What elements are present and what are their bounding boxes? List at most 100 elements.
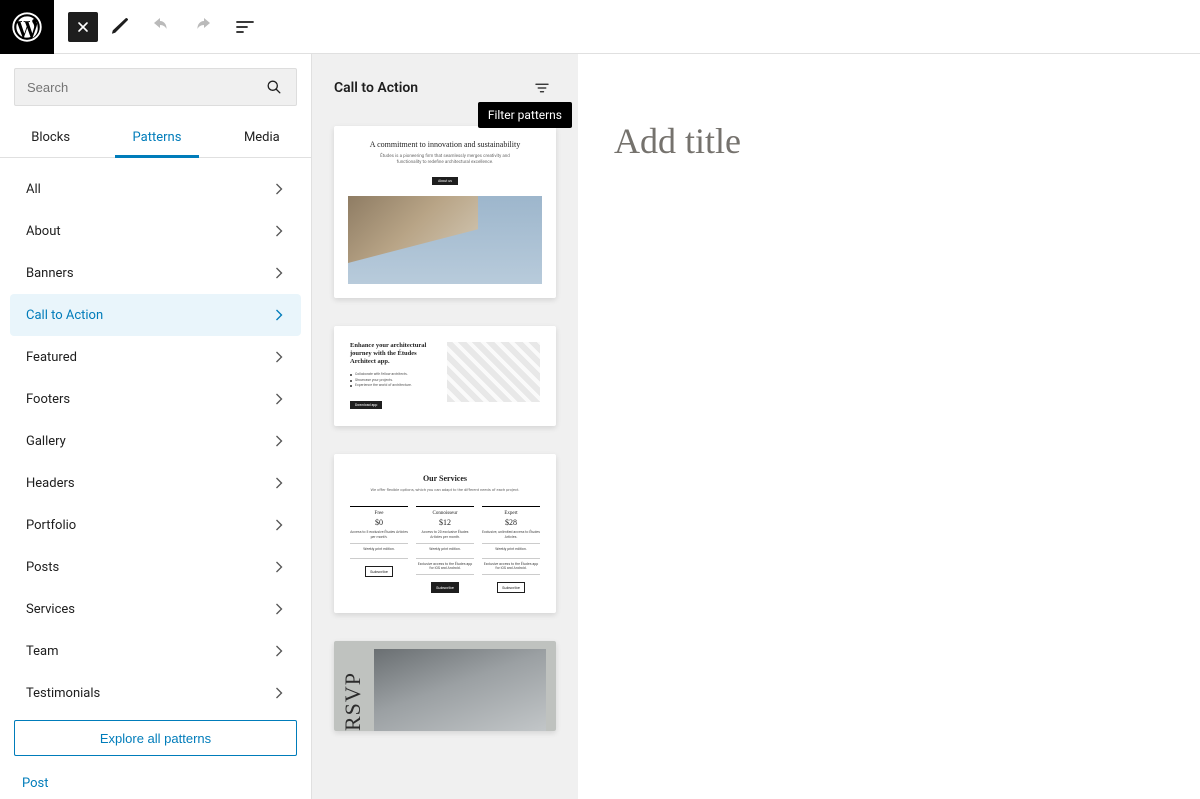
pattern2-bullets: Collaborate with fellow architects. Show… [350,372,437,389]
tier-desc: Exclusive access to the Études app for i… [416,562,474,572]
category-headers[interactable]: Headers [0,462,311,504]
pattern-thumbnail-4[interactable]: RSVP [334,641,556,731]
post-title-input[interactable]: Add title [614,120,1164,162]
pattern1-desc: Études is a pioneering firm that seamles… [375,154,515,167]
chevron-right-icon [269,221,289,241]
pattern1-title: A commitment to innovation and sustainab… [362,140,528,150]
close-inserter-button[interactable] [68,12,98,42]
category-portfolio[interactable]: Portfolio [0,504,311,546]
tab-patterns[interactable]: Patterns [115,120,200,157]
top-toolbar [0,0,1200,54]
pattern-thumbnail-1[interactable]: A commitment to innovation and sustainab… [334,126,556,298]
chevron-right-icon [269,263,289,283]
inserter-panel: Blocks Patterns Media All About Banners … [0,54,312,799]
chevron-right-icon [269,473,289,493]
category-label: Portfolio [26,518,76,533]
category-posts[interactable]: Posts [0,546,311,588]
tier-price: $0 [350,518,408,527]
outline-icon [233,15,257,39]
category-label: Testimonials [26,686,100,701]
category-label: Call to Action [26,308,103,323]
category-about[interactable]: About [0,210,311,252]
category-label: Featured [26,350,77,365]
pattern4-body: RSVP [334,641,556,731]
category-all[interactable]: All [0,168,311,210]
pencil-icon [107,15,131,39]
document-overview-button[interactable] [224,6,266,48]
pattern3-title: Our Services [350,474,540,483]
edit-tool-button[interactable] [98,6,140,48]
category-label: Team [26,644,59,659]
category-featured[interactable]: Featured [0,336,311,378]
explore-container: Explore all patterns [0,706,311,770]
pattern4-text: RSVP [340,649,366,731]
category-footers[interactable]: Footers [0,378,311,420]
tier-name: Free [350,511,408,516]
pattern2-text: Enhance your architectural journey with … [350,342,437,410]
category-gallery[interactable]: Gallery [0,420,311,462]
category-label: About [26,224,61,239]
tier-cta: Subscribe [431,582,459,593]
tier-name: Connoisseur [416,511,474,516]
tier-desc: Exclusive access to the Études app for i… [482,562,540,572]
tier-desc: Weekly print edition. [482,547,540,555]
tab-blocks[interactable]: Blocks [13,120,88,157]
search-icon [264,77,284,97]
filter-patterns-button[interactable] [528,74,556,102]
category-banners[interactable]: Banners [0,252,311,294]
category-testimonials[interactable]: Testimonials [0,672,311,706]
category-team[interactable]: Team [0,630,311,672]
pattern-preview-column: Call to Action Filter patterns A commitm… [312,54,578,799]
tier-desc: Exclusive, unlimited access to Études Ar… [482,530,540,540]
chevron-right-icon [269,515,289,535]
chevron-right-icon [269,599,289,619]
undo-icon [149,15,173,39]
category-label: Posts [26,560,59,575]
wordpress-icon [12,12,42,42]
search-container [0,54,311,120]
tier-desc: Weekly print edition. [350,547,408,555]
chevron-right-icon [269,389,289,409]
close-icon [75,19,91,35]
category-services[interactable]: Services [0,588,311,630]
explore-all-patterns-button[interactable]: Explore all patterns [14,720,297,756]
pricing-tier: Expert $28 Exclusive, unlimited access t… [482,506,540,594]
pattern1-image [348,196,542,284]
tab-media[interactable]: Media [226,120,298,157]
pattern2-body: Enhance your architectural journey with … [334,326,556,426]
pattern-thumbnail-3[interactable]: Our Services We offer flexible options, … [334,454,556,614]
category-label: Footers [26,392,70,407]
filter-tooltip: Filter patterns [478,102,572,128]
pattern3-sub: We offer flexible options, which you can… [350,487,540,492]
editor-canvas[interactable]: Add title [578,54,1200,799]
category-label: Banners [26,266,74,281]
redo-icon [191,15,215,39]
tier-cta: Subscribe [497,582,525,593]
chevron-right-icon [269,557,289,577]
filter-icon [533,79,551,97]
pattern-category-list: All About Banners Call to Action Feature… [0,158,311,706]
redo-button[interactable] [182,6,224,48]
preview-heading: Call to Action [334,80,418,96]
pattern-thumbnail-2[interactable]: Enhance your architectural journey with … [334,326,556,426]
pattern1-cta: About us [432,177,458,185]
tier-name: Expert [482,511,540,516]
category-label: Gallery [26,434,66,449]
wordpress-logo[interactable] [0,0,54,54]
pattern3-columns: Free $0 Access to 5 exclusive Études Art… [350,506,540,594]
search-box[interactable] [14,68,297,106]
category-call-to-action[interactable]: Call to Action [10,294,301,336]
chevron-right-icon [269,683,289,703]
undo-button[interactable] [140,6,182,48]
pattern2-image [447,342,540,402]
category-label: Services [26,602,75,617]
search-input[interactable] [27,80,264,95]
category-label: All [26,182,41,197]
post-link[interactable]: Post [0,770,311,799]
preview-header: Call to Action Filter patterns [334,74,556,102]
chevron-right-icon [269,641,289,661]
inserter-tabs: Blocks Patterns Media [0,120,311,158]
pattern2-bullet: Experience the world of architecture. [350,383,437,389]
tier-desc: Access to 5 exclusive Études Articles pe… [350,530,408,540]
chevron-right-icon [269,179,289,199]
